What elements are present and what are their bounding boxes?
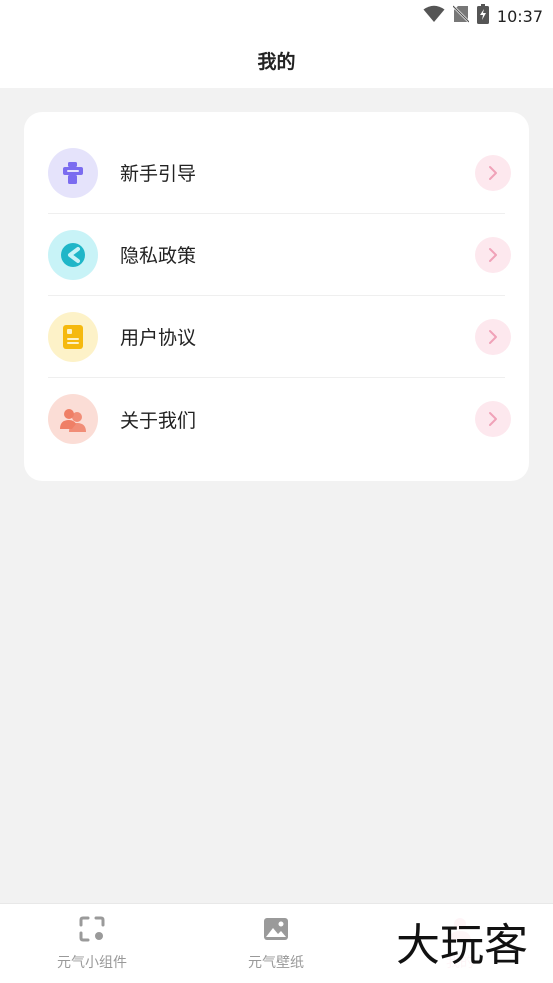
chevron-right-icon <box>475 236 511 273</box>
menu-item-agreement[interactable]: 用户协议 <box>48 296 511 378</box>
no-sim-icon <box>452 5 470 27</box>
menu-item-label: 关于我们 <box>120 409 197 432</box>
widget-icon <box>79 916 105 946</box>
status-time: 10:37 <box>496 6 543 26</box>
menu-item-label: 用户协议 <box>120 327 197 349</box>
page-title: 我的 <box>257 50 296 73</box>
menu-item-about-us[interactable]: 关于我们 <box>48 378 511 460</box>
agreement-icon <box>48 311 98 362</box>
status-bar: 10:37 <box>0 0 553 32</box>
menu-item-guide[interactable]: 新手引导 <box>48 132 511 214</box>
chevron-right-icon <box>475 154 511 191</box>
guide-icon <box>48 147 98 198</box>
tab-label: 元气壁纸 <box>248 955 304 971</box>
status-icons: 10:37 <box>423 4 543 28</box>
tab-wallpaper[interactable]: 元气壁纸 <box>184 904 368 983</box>
privacy-icon <box>48 229 98 280</box>
menu-item-label: 隐私政策 <box>120 245 197 267</box>
header: 我的 <box>0 32 553 88</box>
watermark-text: 大玩客 <box>396 920 528 971</box>
wallpaper-icon <box>263 916 289 946</box>
wifi-icon <box>423 5 445 27</box>
watermark-logo: 大玩客 <box>378 912 546 974</box>
menu-item-privacy[interactable]: 隐私政策 <box>48 214 511 296</box>
tab-widgets[interactable]: 元气小组件 <box>0 904 184 983</box>
screen: 10:37 我的 新手引导 隐私政策 用户协议 关于我们 元气小组件 元气壁纸 … <box>0 0 553 983</box>
chevron-right-icon <box>475 401 511 437</box>
tab-label: 元气小组件 <box>57 955 127 971</box>
menu-card: 新手引导 隐私政策 用户协议 关于我们 <box>24 112 529 481</box>
chevron-right-icon <box>475 318 511 355</box>
about-us-icon <box>48 394 98 444</box>
battery-charging-icon <box>476 4 489 28</box>
menu-item-label: 新手引导 <box>120 163 197 185</box>
